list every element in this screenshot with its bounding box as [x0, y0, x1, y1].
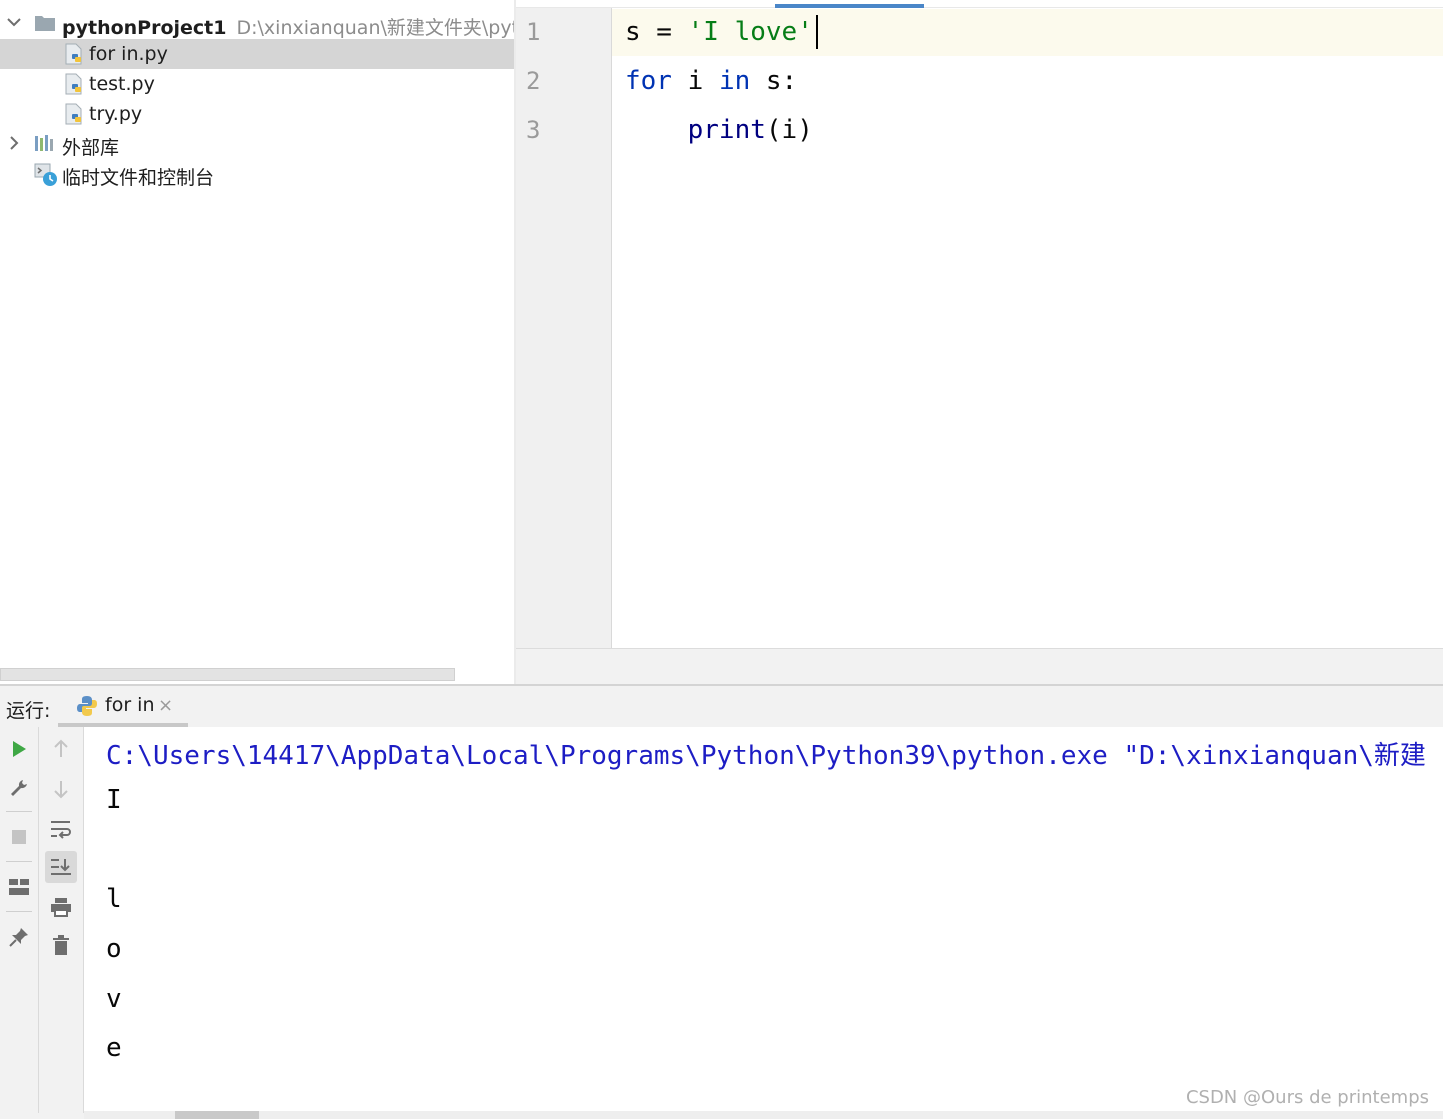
code-token: i — [671, 66, 719, 96]
tree-item-file[interactable]: test.py — [0, 69, 514, 99]
chevron-down-icon[interactable] — [6, 13, 22, 33]
console-horizontal-scrollbar[interactable] — [84, 1111, 1443, 1119]
stop-icon[interactable] — [3, 821, 35, 853]
code-line-2[interactable]: for i in s: — [625, 66, 797, 96]
close-icon[interactable]: × — [158, 695, 173, 716]
tree-item-file[interactable]: for in.py — [0, 39, 514, 69]
file-name: for in.py — [89, 43, 168, 65]
console-output-line: l — [106, 884, 122, 914]
run-left-toolbar — [0, 727, 39, 1113]
scratch-console-icon — [34, 163, 58, 192]
tree-horizontal-scrollbar[interactable] — [0, 668, 455, 681]
wrench-icon[interactable] — [3, 772, 35, 804]
tree-item-project-root[interactable]: pythonProject1 D:\xinxianquan\新建文件夹\pytho… — [0, 9, 514, 39]
line-number: 1 — [526, 18, 541, 46]
arrow-down-icon[interactable] — [45, 773, 77, 805]
external-libraries-label: 外部库 — [62, 137, 120, 159]
run-right-toolbar — [39, 727, 84, 1113]
scratches-label: 临时文件和控制台 — [62, 167, 215, 189]
code-keyword: for — [625, 66, 672, 96]
line-number: 3 — [526, 116, 541, 144]
code-string: 'I love' — [687, 17, 813, 47]
console-command-line: C:\Users\14417\AppData\Local\Programs\Py… — [106, 741, 1426, 771]
editor-bottom-bar — [516, 648, 1443, 685]
console-scroll-thumb[interactable] — [175, 1111, 259, 1119]
code-editor[interactable]: 1 2 3 s = 'I love' for i in s: print(i) — [516, 0, 1443, 685]
python-file-icon — [64, 73, 84, 100]
text-caret — [816, 15, 818, 49]
run-window-title: 运行: — [6, 700, 51, 722]
code-builtin: print — [687, 115, 766, 145]
run-icon[interactable] — [3, 733, 35, 765]
active-tab-indicator — [775, 4, 924, 8]
print-icon[interactable] — [45, 891, 77, 923]
python-icon — [76, 695, 98, 721]
line-number-gutter: 1 2 3 — [516, 8, 612, 648]
project-tree-panel: pythonProject1 D:\xinxianquan\新建文件夹\pytho… — [0, 0, 514, 684]
code-keyword: in — [718, 66, 751, 96]
tree-item-external-libraries[interactable]: 外部库 — [0, 129, 514, 159]
toolbar-separator — [6, 911, 32, 912]
editor-top-border — [516, 7, 1443, 8]
python-file-icon — [64, 43, 84, 70]
pin-icon[interactable] — [3, 921, 35, 953]
arrow-up-icon[interactable] — [45, 733, 77, 765]
scroll-to-end-icon[interactable] — [45, 851, 77, 883]
layout-icon[interactable] — [3, 871, 35, 903]
console-output[interactable]: C:\Users\14417\AppData\Local\Programs\Py… — [84, 727, 1443, 1113]
code-line-1[interactable]: s = 'I love' — [625, 17, 813, 47]
tree-item-file[interactable]: try.py — [0, 99, 514, 129]
code-line-3[interactable]: print(i) — [625, 115, 813, 145]
chevron-right-icon[interactable] — [6, 133, 22, 153]
project-path: D:\xinxianquan\新建文件夹\pythonP — [236, 17, 515, 39]
run-tool-window: 运行: for in × C:\Users\14417\AppData\Loca… — [0, 684, 1443, 1119]
library-icon — [34, 134, 56, 157]
console-output-line: v — [106, 984, 122, 1014]
file-name: try.py — [89, 103, 143, 125]
run-header: 运行: for in × — [0, 686, 1443, 727]
code-token: s = — [625, 17, 672, 47]
run-tab-label: for in — [105, 694, 155, 716]
run-tab[interactable]: for in × — [58, 686, 188, 727]
toolbar-separator — [6, 861, 32, 862]
toolbar-separator — [6, 811, 32, 812]
console-output-line: I — [106, 785, 122, 815]
code-token: s: — [750, 66, 798, 96]
file-name: test.py — [89, 73, 155, 95]
soft-wrap-icon[interactable] — [45, 813, 77, 845]
trash-icon[interactable] — [45, 929, 77, 961]
code-token: (i) — [765, 115, 813, 145]
folder-icon — [34, 14, 56, 37]
console-output-line: o — [106, 934, 122, 964]
project-name: pythonProject1 — [62, 17, 227, 39]
console-output-line: e — [106, 1033, 122, 1063]
tree-item-scratches[interactable]: 临时文件和控制台 — [0, 159, 514, 189]
python-file-icon — [64, 103, 84, 130]
watermark: CSDN @Ours de printemps — [1185, 1087, 1429, 1108]
line-number: 2 — [526, 67, 541, 95]
